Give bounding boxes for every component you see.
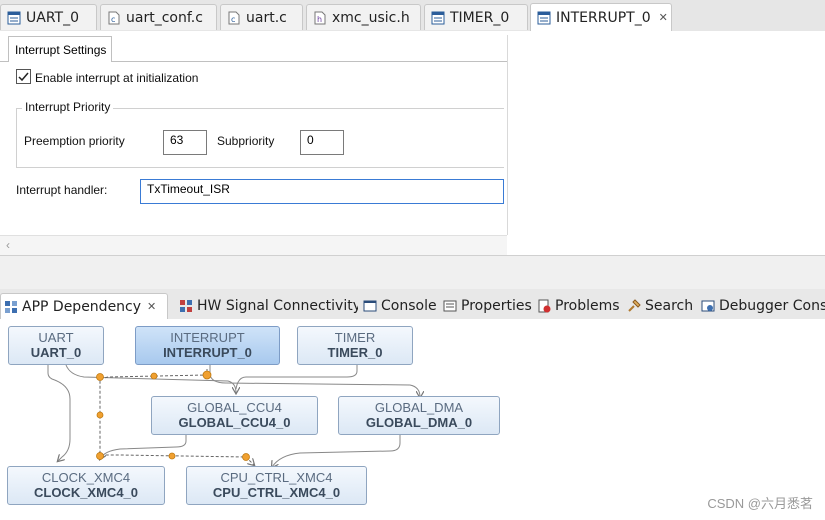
link-handle xyxy=(96,373,104,381)
link-handle xyxy=(96,411,104,419)
debugger-console-icon xyxy=(701,300,715,312)
tab-problems[interactable]: Problems xyxy=(534,293,622,319)
c-file-icon: c xyxy=(108,11,120,24)
tab-interrupt-settings-label: Interrupt Settings xyxy=(15,42,107,57)
app-dependency-icon xyxy=(5,300,17,313)
console-icon xyxy=(363,300,377,312)
link-handle xyxy=(150,372,158,380)
problems-icon xyxy=(538,299,551,313)
node-type: CLOCK_XMC4 xyxy=(41,470,131,485)
editor-tab-uart[interactable]: UART_0 xyxy=(0,4,97,30)
tab-hw-signal-connectivity[interactable]: HW Signal Connectivity xyxy=(176,293,358,319)
app-config-icon xyxy=(537,11,551,24)
interrupt-handler-input[interactable]: TxTimeout_ISR xyxy=(140,179,504,204)
node-instance: GLOBAL_DMA_0 xyxy=(365,415,473,430)
preemption-priority-label: Preemption priority xyxy=(24,134,125,148)
tab-interrupt-settings[interactable]: Interrupt Settings xyxy=(8,36,112,62)
editor-tab-label: TIMER_0 xyxy=(450,9,510,26)
tab-label: Properties xyxy=(461,298,532,314)
link-interrupt-dma xyxy=(209,365,420,397)
checkmark-icon xyxy=(18,72,29,82)
tab-app-dependency[interactable]: APP Dependency ✕ xyxy=(0,293,168,319)
node-instance: TIMER_0 xyxy=(327,345,383,360)
preemption-priority-input[interactable]: 63 xyxy=(163,130,207,155)
close-icon[interactable]: ✕ xyxy=(659,11,668,24)
svg-text:c: c xyxy=(111,15,115,24)
editor-tab-bar: UART_0 c uart_conf.c c uart.c h xmc_usic… xyxy=(0,0,825,32)
subpriority-input[interactable]: 0 xyxy=(300,130,344,155)
interrupt-priority-legend: Interrupt Priority xyxy=(22,100,114,114)
node-instance: CPU_CTRL_XMC4_0 xyxy=(212,485,341,500)
node-global-dma[interactable]: GLOBAL_DMA GLOBAL_DMA_0 xyxy=(338,396,500,435)
link-timer-ccu4 xyxy=(235,365,358,390)
tab-console[interactable]: Console xyxy=(360,293,440,319)
node-instance: GLOBAL_CCU4_0 xyxy=(178,415,291,430)
editor-tab-label: uart_conf.c xyxy=(126,9,203,26)
editor-tab-interrupt[interactable]: INTERRUPT_0 ✕ xyxy=(530,3,672,31)
node-type: GLOBAL_DMA xyxy=(374,400,464,415)
svg-text:c: c xyxy=(231,15,235,24)
editor-tab-xmc-usic[interactable]: h xmc_usic.h xyxy=(306,4,421,30)
interrupt-handler-label: Interrupt handler: xyxy=(16,183,108,197)
enable-interrupt-label: Enable interrupt at initialization xyxy=(35,71,199,85)
view-sash[interactable] xyxy=(0,255,825,289)
link-handle xyxy=(168,452,176,460)
link-handle xyxy=(96,452,104,460)
enable-interrupt-checkbox[interactable] xyxy=(16,69,31,84)
tab-label: Search xyxy=(645,298,694,314)
tab-debugger-console[interactable]: Debugger Console xyxy=(698,293,825,319)
node-cpu-ctrl-xmc4[interactable]: CPU_CTRL_XMC4 CPU_CTRL_XMC4_0 xyxy=(186,466,367,505)
editor-tab-uart-conf[interactable]: c uart_conf.c xyxy=(100,4,217,30)
link-dma-cpu xyxy=(272,435,401,467)
watermark: CSDN @六月悉茗 xyxy=(707,496,813,511)
node-type: TIMER xyxy=(334,330,376,345)
node-global-ccu4[interactable]: GLOBAL_CCU4 GLOBAL_CCU4_0 xyxy=(151,396,318,435)
horizontal-scrollbar[interactable]: ‹ xyxy=(0,235,507,256)
editor-tab-timer[interactable]: TIMER_0 xyxy=(424,4,528,30)
tab-label: APP Dependency xyxy=(22,298,142,315)
node-type: INTERRUPT xyxy=(170,330,245,345)
node-timer[interactable]: TIMER TIMER_0 xyxy=(297,326,413,365)
tab-label: Console xyxy=(381,298,437,314)
tab-search[interactable]: Search xyxy=(624,293,694,319)
link-handle xyxy=(202,370,212,380)
hw-signal-icon xyxy=(180,300,192,312)
c-file-icon: c xyxy=(228,11,240,24)
h-file-icon: h xyxy=(314,11,326,24)
node-instance: INTERRUPT_0 xyxy=(163,345,252,360)
node-uart[interactable]: UART UART_0 xyxy=(8,326,104,365)
subpriority-label: Subpriority xyxy=(217,134,275,148)
editor-tab-label: uart.c xyxy=(246,9,287,26)
tab-label: HW Signal Connectivity xyxy=(197,298,358,314)
node-type: GLOBAL_CCU4 xyxy=(187,400,282,415)
node-type: CPU_CTRL_XMC4 xyxy=(220,470,333,485)
app-config-icon xyxy=(431,11,445,24)
svg-text:h: h xyxy=(317,15,322,24)
tab-properties[interactable]: Properties xyxy=(440,293,534,319)
node-interrupt[interactable]: INTERRUPT INTERRUPT_0 xyxy=(135,326,280,365)
link-handle xyxy=(242,453,250,461)
node-instance: UART_0 xyxy=(30,345,82,360)
tab-label: Problems xyxy=(555,298,620,314)
link-uart-clock xyxy=(47,365,71,461)
editor-tab-label: INTERRUPT_0 xyxy=(556,9,651,26)
node-clock-xmc4[interactable]: CLOCK_XMC4 CLOCK_XMC4_0 xyxy=(7,466,165,505)
search-icon xyxy=(628,299,641,312)
close-icon[interactable]: ✕ xyxy=(147,300,156,313)
app-dependency-diagram: UART UART_0 INTERRUPT INTERRUPT_0 TIMER … xyxy=(0,319,825,520)
editor-tab-label: UART_0 xyxy=(26,9,79,26)
app-config-icon xyxy=(7,11,21,24)
view-tab-bar: APP Dependency ✕ HW Signal Connectivity … xyxy=(0,289,825,320)
scroll-left-icon[interactable]: ‹ xyxy=(6,238,10,252)
editor-tab-uart-c[interactable]: c uart.c xyxy=(220,4,303,30)
tab-label: Debugger Console xyxy=(719,298,825,314)
node-instance: CLOCK_XMC4_0 xyxy=(33,485,139,500)
editor-tab-label: xmc_usic.h xyxy=(332,9,410,26)
properties-icon xyxy=(443,300,457,312)
node-type: UART xyxy=(38,330,74,345)
